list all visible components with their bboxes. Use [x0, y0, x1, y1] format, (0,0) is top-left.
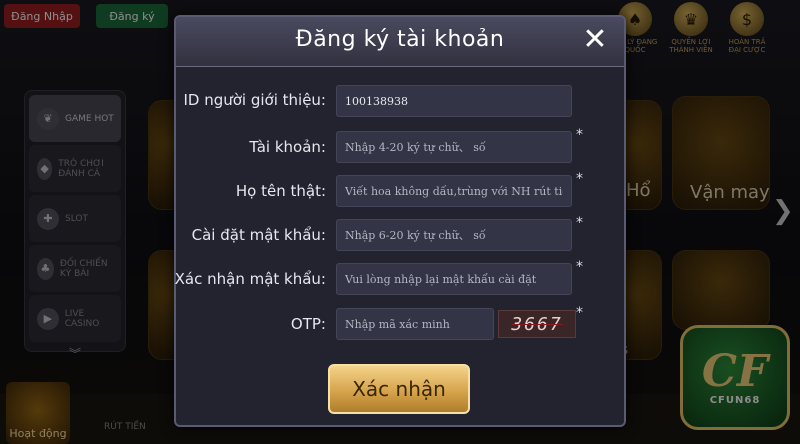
- referrer-id-label: ID người giới thiệu:: [183, 91, 326, 109]
- register-dialog: Đăng ký tài khoản ✕ ID người giới thiệu:…: [174, 15, 626, 427]
- confirm-password-label: Xác nhận mật khẩu:: [174, 270, 326, 288]
- required-mark: *: [576, 215, 583, 231]
- otp-label: OTP:: [290, 315, 326, 333]
- required-mark: *: [576, 305, 583, 321]
- confirm-password-input[interactable]: [336, 263, 572, 295]
- password-input[interactable]: [336, 219, 572, 251]
- account-input[interactable]: [336, 131, 572, 163]
- otp-input[interactable]: [336, 308, 494, 340]
- required-mark: *: [576, 259, 583, 275]
- confirm-button[interactable]: Xác nhận: [328, 364, 470, 414]
- required-mark: *: [576, 127, 583, 143]
- captcha-image[interactable]: 3667: [498, 310, 576, 338]
- required-mark: *: [576, 171, 583, 187]
- dialog-header: Đăng ký tài khoản ✕: [176, 17, 624, 67]
- full-name-input[interactable]: [336, 175, 572, 207]
- close-icon[interactable]: ✕: [580, 25, 610, 55]
- password-label: Cài đặt mật khẩu:: [191, 226, 326, 244]
- account-label: Tài khoản:: [249, 138, 326, 156]
- dialog-title: Đăng ký tài khoản: [295, 27, 505, 52]
- full-name-label: Họ tên thật:: [235, 182, 326, 200]
- referrer-id-input[interactable]: [336, 85, 572, 117]
